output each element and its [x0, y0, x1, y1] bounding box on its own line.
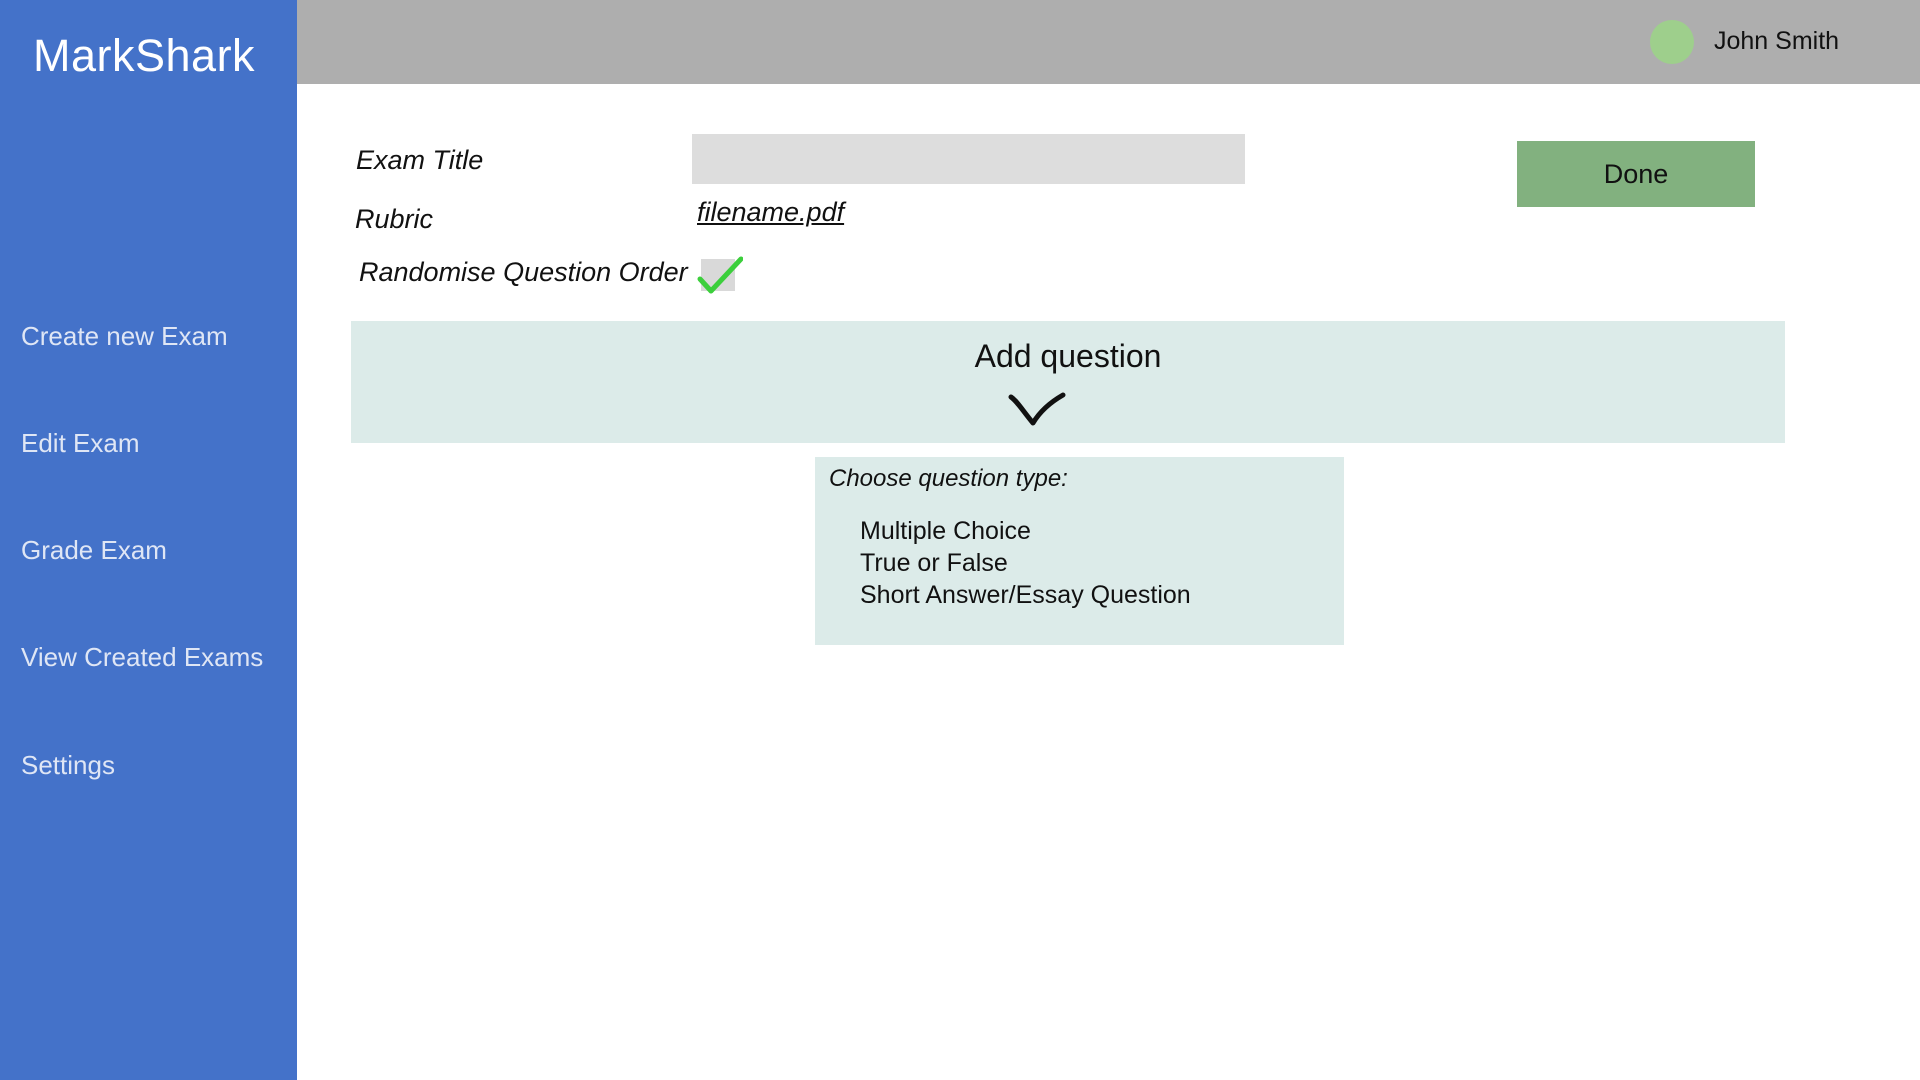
sidebar-item-grade-exam[interactable]: Grade Exam	[21, 535, 167, 566]
sidebar-item-view-created-exams[interactable]: View Created Exams	[21, 642, 263, 673]
question-type-prompt: Choose question type:	[829, 465, 1068, 492]
user-avatar-icon[interactable]	[1650, 20, 1694, 64]
sidebar-item-edit-exam[interactable]: Edit Exam	[21, 428, 140, 459]
add-question-panel[interactable]: Add question	[351, 321, 1785, 443]
sidebar-item-create-new-exam[interactable]: Create new Exam	[21, 321, 228, 352]
randomise-order-checkbox[interactable]	[697, 256, 743, 294]
done-button[interactable]: Done	[1517, 141, 1755, 207]
add-question-label: Add question	[974, 338, 1162, 374]
question-type-dropdown: Choose question type: Multiple Choice Tr…	[815, 457, 1344, 645]
sidebar: MarkShark Create new Exam Edit Exam Grad…	[0, 0, 297, 1080]
rubric-file-link[interactable]: filename.pdf	[697, 197, 844, 228]
user-name[interactable]: John Smith	[1714, 27, 1839, 56]
option-short-answer-essay[interactable]: Short Answer/Essay Question	[860, 581, 1191, 610]
sidebar-item-settings[interactable]: Settings	[21, 750, 115, 781]
option-multiple-choice[interactable]: Multiple Choice	[860, 517, 1031, 546]
randomise-order-label: Randomise Question Order	[359, 257, 688, 287]
chevron-down-icon[interactable]	[1007, 391, 1067, 427]
exam-title-label: Exam Title	[356, 145, 484, 175]
exam-title-input[interactable]	[692, 134, 1245, 184]
checkmark-icon	[697, 256, 743, 294]
option-true-or-false[interactable]: True or False	[860, 549, 1008, 578]
rubric-label: Rubric	[355, 204, 434, 234]
app-brand: MarkShark	[33, 30, 256, 81]
